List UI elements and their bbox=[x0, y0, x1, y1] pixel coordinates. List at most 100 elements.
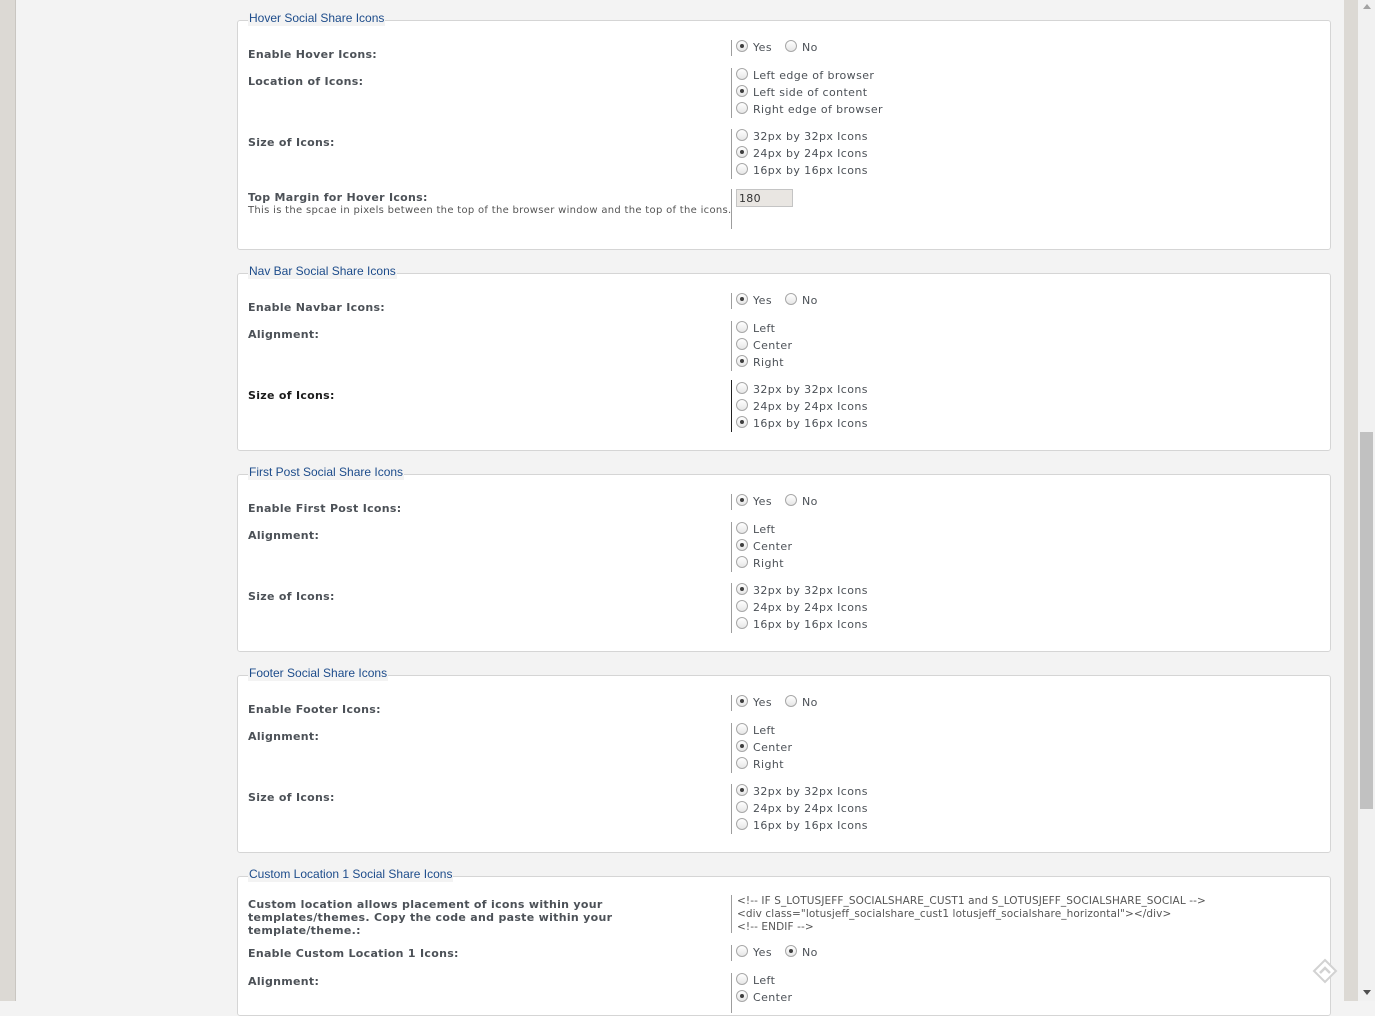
radio-button[interactable] bbox=[736, 757, 748, 769]
radio-label: Left bbox=[753, 523, 776, 536]
radio-button[interactable] bbox=[736, 85, 748, 97]
field-divider bbox=[731, 68, 732, 118]
radio-button[interactable] bbox=[736, 293, 748, 305]
radio-label: 24px by 24px Icons bbox=[753, 400, 868, 413]
field-label: Size of Icons: bbox=[248, 791, 335, 804]
radio-button[interactable] bbox=[736, 973, 748, 985]
section-legend: Hover Social Share Icons bbox=[248, 10, 386, 26]
field-divider bbox=[731, 945, 732, 961]
top-margin-input[interactable] bbox=[736, 189, 793, 207]
radio-button[interactable] bbox=[736, 600, 748, 612]
radio-button[interactable] bbox=[736, 399, 748, 411]
field-label: Alignment: bbox=[248, 328, 320, 341]
radio-label: 24px by 24px Icons bbox=[753, 802, 868, 815]
radio-label: Center bbox=[753, 540, 793, 553]
field-label: Size of Icons: bbox=[248, 136, 335, 149]
radio-label: Center bbox=[753, 741, 793, 754]
code-snippet-line: <div class="lotusjeff_socialshare_cust1 … bbox=[737, 908, 1172, 920]
radio-button[interactable] bbox=[736, 129, 748, 141]
radio-button[interactable] bbox=[736, 146, 748, 158]
radio-button[interactable] bbox=[736, 818, 748, 830]
field-description: This is the spcae in pixels between the … bbox=[248, 205, 732, 216]
radio-button[interactable] bbox=[785, 40, 797, 52]
radio-label: 16px by 16px Icons bbox=[753, 819, 868, 832]
field-divider bbox=[731, 494, 732, 510]
radio-label: Yes bbox=[753, 946, 772, 959]
radio-label: Yes bbox=[753, 696, 772, 709]
field-divider bbox=[731, 321, 732, 371]
field-divider bbox=[731, 40, 732, 56]
radio-button[interactable] bbox=[736, 338, 748, 350]
radio-label: No bbox=[802, 41, 818, 54]
first-post-icons-section: First Post Social Share Icons Enable Fir… bbox=[237, 464, 1331, 652]
radio-button[interactable] bbox=[736, 102, 748, 114]
field-label: Alignment: bbox=[248, 730, 320, 743]
field-label: Location of Icons: bbox=[248, 75, 364, 88]
radio-button[interactable] bbox=[736, 355, 748, 367]
radio-button[interactable] bbox=[785, 293, 797, 305]
radio-label: Right bbox=[753, 557, 784, 570]
field-divider bbox=[731, 583, 732, 633]
section-legend: Custom Location 1 Social Share Icons bbox=[248, 866, 454, 882]
radio-button[interactable] bbox=[736, 556, 748, 568]
field-label: Size of Icons: bbox=[248, 590, 335, 603]
radio-button[interactable] bbox=[736, 40, 748, 52]
field-divider bbox=[731, 293, 732, 309]
radio-label: Yes bbox=[753, 294, 772, 307]
radio-label: Left bbox=[753, 322, 776, 335]
radio-button[interactable] bbox=[736, 321, 748, 333]
radio-label: 16px by 16px Icons bbox=[753, 618, 868, 631]
radio-label: 16px by 16px Icons bbox=[753, 417, 868, 430]
radio-label: Right bbox=[753, 758, 784, 771]
radio-button[interactable] bbox=[736, 494, 748, 506]
code-snippet-line: <!-- IF S_LOTUSJEFF_SOCIALSHARE_CUST1 an… bbox=[737, 895, 1206, 907]
radio-label: Center bbox=[753, 991, 793, 1004]
radio-button[interactable] bbox=[736, 522, 748, 534]
field-divider bbox=[731, 723, 732, 773]
radio-button[interactable] bbox=[736, 801, 748, 813]
field-divider bbox=[731, 895, 732, 933]
field-label: Size of Icons: bbox=[248, 389, 335, 402]
radio-label: Right bbox=[753, 356, 784, 369]
field-label: Enable Custom Location 1 Icons: bbox=[248, 947, 459, 960]
radio-button[interactable] bbox=[736, 416, 748, 428]
radio-button[interactable] bbox=[736, 617, 748, 629]
radio-button[interactable] bbox=[736, 382, 748, 394]
radio-label: Yes bbox=[753, 495, 772, 508]
radio-button[interactable] bbox=[785, 494, 797, 506]
hover-icons-section: Hover Social Share Icons Enable Hover Ic… bbox=[237, 10, 1331, 250]
radio-label: No bbox=[802, 294, 818, 307]
field-label: Enable First Post Icons: bbox=[248, 502, 402, 515]
field-divider bbox=[731, 129, 732, 179]
radio-button[interactable] bbox=[736, 68, 748, 80]
field-divider bbox=[731, 695, 732, 711]
left-gutter bbox=[0, 0, 15, 1001]
scroll-up-arrow-icon[interactable] bbox=[1363, 4, 1371, 9]
right-gutter bbox=[1344, 0, 1358, 1001]
radio-button[interactable] bbox=[736, 740, 748, 752]
radio-button[interactable] bbox=[736, 723, 748, 735]
radio-label: Yes bbox=[753, 41, 772, 54]
custom-location-1-section: Custom Location 1 Social Share Icons Cus… bbox=[237, 866, 1331, 1016]
radio-button[interactable] bbox=[736, 990, 748, 1002]
radio-button[interactable] bbox=[736, 945, 748, 957]
radio-button[interactable] bbox=[785, 945, 797, 957]
radio-button[interactable] bbox=[736, 784, 748, 796]
radio-button[interactable] bbox=[736, 583, 748, 595]
field-label: Alignment: bbox=[248, 529, 320, 542]
navbar-icons-section: Nav Bar Social Share Icons Enable Navbar… bbox=[237, 263, 1331, 451]
radio-button[interactable] bbox=[736, 539, 748, 551]
radio-button[interactable] bbox=[736, 163, 748, 175]
radio-label: Left bbox=[753, 974, 776, 987]
radio-button[interactable] bbox=[736, 695, 748, 707]
scrollbar-thumb[interactable] bbox=[1360, 432, 1373, 809]
field-label: Top Margin for Hover Icons: bbox=[248, 191, 428, 204]
radio-label: 32px by 32px Icons bbox=[753, 584, 868, 597]
scroll-down-arrow-icon[interactable] bbox=[1363, 990, 1371, 995]
radio-label: 16px by 16px Icons bbox=[753, 164, 868, 177]
footer-icons-section: Footer Social Share Icons Enable Footer … bbox=[237, 665, 1331, 853]
radio-button[interactable] bbox=[785, 695, 797, 707]
field-divider bbox=[731, 522, 732, 572]
chevron-up-circle-icon[interactable] bbox=[1312, 958, 1338, 984]
section-legend: Nav Bar Social Share Icons bbox=[248, 263, 397, 279]
